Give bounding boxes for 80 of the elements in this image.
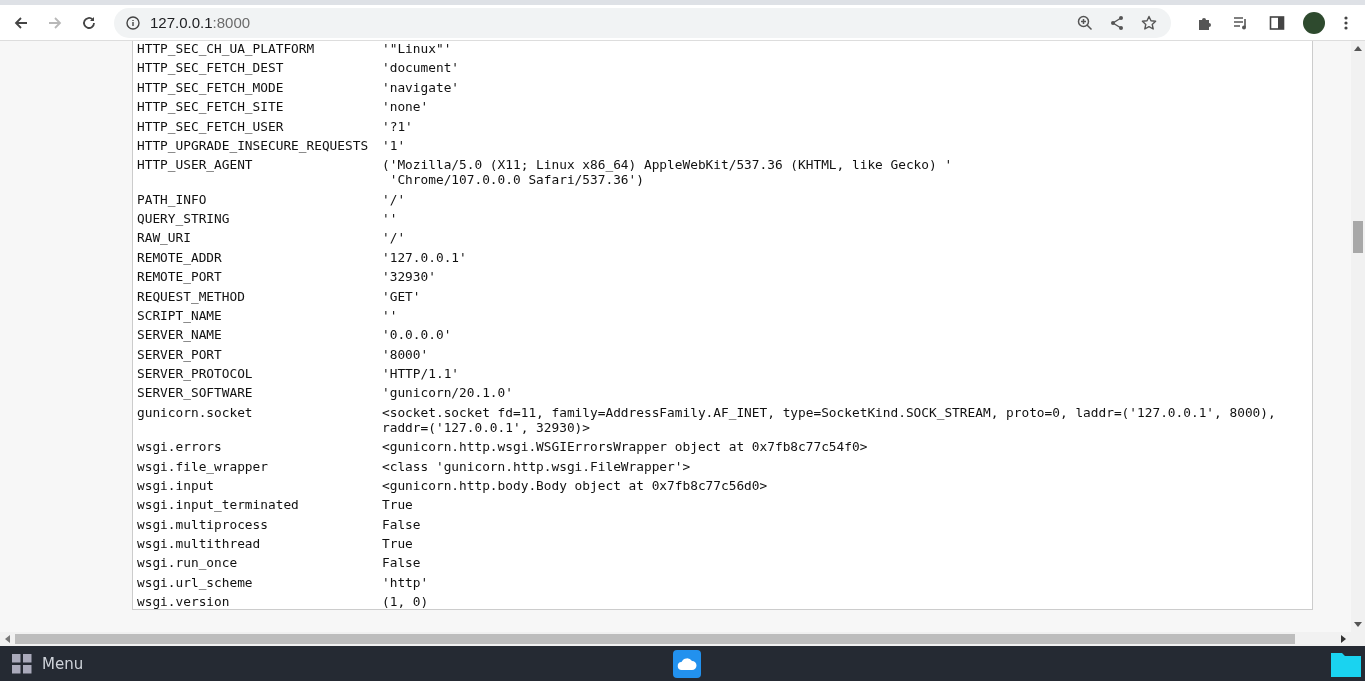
environ-key: SERVER_PROTOCOL <box>137 366 382 381</box>
environ-key: wsgi.run_once <box>137 555 382 571</box>
profile-avatar[interactable] <box>1303 11 1325 34</box>
scroll-thumb[interactable] <box>1353 221 1363 253</box>
environ-value: <gunicorn.http.body.Body object at 0x7fb8c77c56d0> <box>382 477 768 493</box>
environ-value: 'document' <box>382 60 460 76</box>
more-menu-icon[interactable] <box>1343 14 1349 31</box>
environ-value: 'none' <box>382 99 429 115</box>
environ-value: '?1' <box>382 118 413 134</box>
environ-value: <socket.socket fd=11, family=AddressFamily.AF_INET, type=SocketKind.SOCK_STREAM, proto=0, laddr=('127.0.0.1', 8000), raddr=('127.0.0.1', 32930)> <box>382 404 1276 435</box>
scroll-left-icon[interactable] <box>4 635 10 643</box>
environ-value: '/' <box>382 230 406 246</box>
vertical-scrollbar[interactable] <box>1351 41 1365 632</box>
cloud-app-icon[interactable] <box>673 649 702 678</box>
environ-value: False <box>382 516 421 532</box>
environ-value: <class 'gunicorn.http.wsgi.FileWrapper'> <box>382 458 691 474</box>
environ-value: ('Mozilla/5.0 (X11; Linux x86_64) AppleWebKit/537.36 (KHTML, like Gecko) ' 'Chrome/107.0.0.0 Safari/537.36') <box>382 157 953 188</box>
environ-value: (1, 0) <box>382 594 429 609</box>
environ-key: QUERY_STRING <box>137 211 382 226</box>
environ-value: '8000' <box>382 346 429 362</box>
environ-value: '127.0.0.1' <box>382 249 467 265</box>
environ-key: RAW_URI <box>137 230 382 246</box>
environ-key: wsgi.multiprocess <box>137 516 382 532</box>
scroll-thumb[interactable] <box>15 634 1295 644</box>
environ-value: False <box>382 555 421 571</box>
environ-value: <gunicorn.http.wsgi.WSGIErrorsWrapper object at 0x7fb8c77c54f0> <box>382 439 868 455</box>
environ-key: HTTP_SEC_FETCH_DEST <box>137 60 382 76</box>
environ-key: SERVER_NAME <box>137 327 382 343</box>
address-bar[interactable]: 127.0.0.1:8000 <box>114 7 1171 38</box>
environ-value: 'http' <box>382 574 429 590</box>
environ-key: REMOTE_PORT <box>137 269 382 285</box>
side-panel-icon[interactable] <box>1269 14 1285 31</box>
environ-key: REMOTE_ADDR <box>137 249 382 265</box>
environ-value: 'GET' <box>382 288 421 304</box>
grid-icon <box>12 653 32 674</box>
menu-button[interactable]: Menu <box>12 653 84 674</box>
environ-key: PATH_INFO <box>137 191 382 207</box>
zoom-icon[interactable] <box>1077 14 1093 31</box>
scroll-up-icon[interactable] <box>1354 45 1362 51</box>
environ-value: '0.0.0.0' <box>382 327 452 343</box>
environ-key: SCRIPT_NAME <box>137 307 382 323</box>
environ-value: '"Linux"' <box>382 41 452 56</box>
environ-value: 'navigate' <box>382 79 460 95</box>
scroll-right-icon[interactable] <box>1341 635 1347 643</box>
back-arrow-icon <box>13 14 29 31</box>
environ-value: '/' <box>382 191 406 207</box>
star-icon[interactable] <box>1141 14 1157 31</box>
environ-value: 'gunicorn/20.1.0' <box>382 385 513 401</box>
environ-key: HTTP_USER_AGENT <box>137 157 382 188</box>
environ-value: '' <box>382 211 398 226</box>
environ-key: gunicorn.socket <box>137 404 382 435</box>
scroll-down-icon[interactable] <box>1354 622 1362 628</box>
environ-key: HTTP_SEC_FETCH_MODE <box>137 79 382 95</box>
playlist-icon[interactable] <box>1233 14 1249 31</box>
environ-key: SERVER_PORT <box>137 346 382 362</box>
environ-key: wsgi.multithread <box>137 536 382 551</box>
horizontal-scrollbar[interactable] <box>0 632 1365 646</box>
environ-key: wsgi.url_scheme <box>137 574 382 590</box>
environ-key: HTTP_SEC_CH_UA_PLATFORM <box>137 41 382 56</box>
environ-key: REQUEST_METHOD <box>137 288 382 304</box>
environ-value: True <box>382 497 413 513</box>
environ-value: '32930' <box>382 269 436 285</box>
environ-key: wsgi.file_wrapper <box>137 458 382 474</box>
environ-key: wsgi.input_terminated <box>137 497 382 513</box>
reload-icon <box>81 14 97 31</box>
environ-value: '1' <box>382 137 406 153</box>
folder-icon[interactable] <box>1331 650 1361 677</box>
environ-value: '' <box>382 307 398 323</box>
info-icon <box>126 15 140 30</box>
forward-arrow-icon <box>47 14 63 31</box>
environ-key: HTTP_SEC_FETCH_SITE <box>137 99 382 115</box>
environ-key: wsgi.version <box>137 594 382 609</box>
environ-value: 'HTTP/1.1' <box>382 366 460 381</box>
environ-key: wsgi.input <box>137 477 382 493</box>
environ-key: HTTP_UPGRADE_INSECURE_REQUESTS <box>137 137 382 153</box>
environ-key: HTTP_SEC_FETCH_USER <box>137 118 382 134</box>
environ-key: SERVER_SOFTWARE <box>137 385 382 401</box>
environ-value: True <box>382 536 413 551</box>
environ-key: wsgi.errors <box>137 439 382 455</box>
share-icon[interactable] <box>1109 14 1125 31</box>
